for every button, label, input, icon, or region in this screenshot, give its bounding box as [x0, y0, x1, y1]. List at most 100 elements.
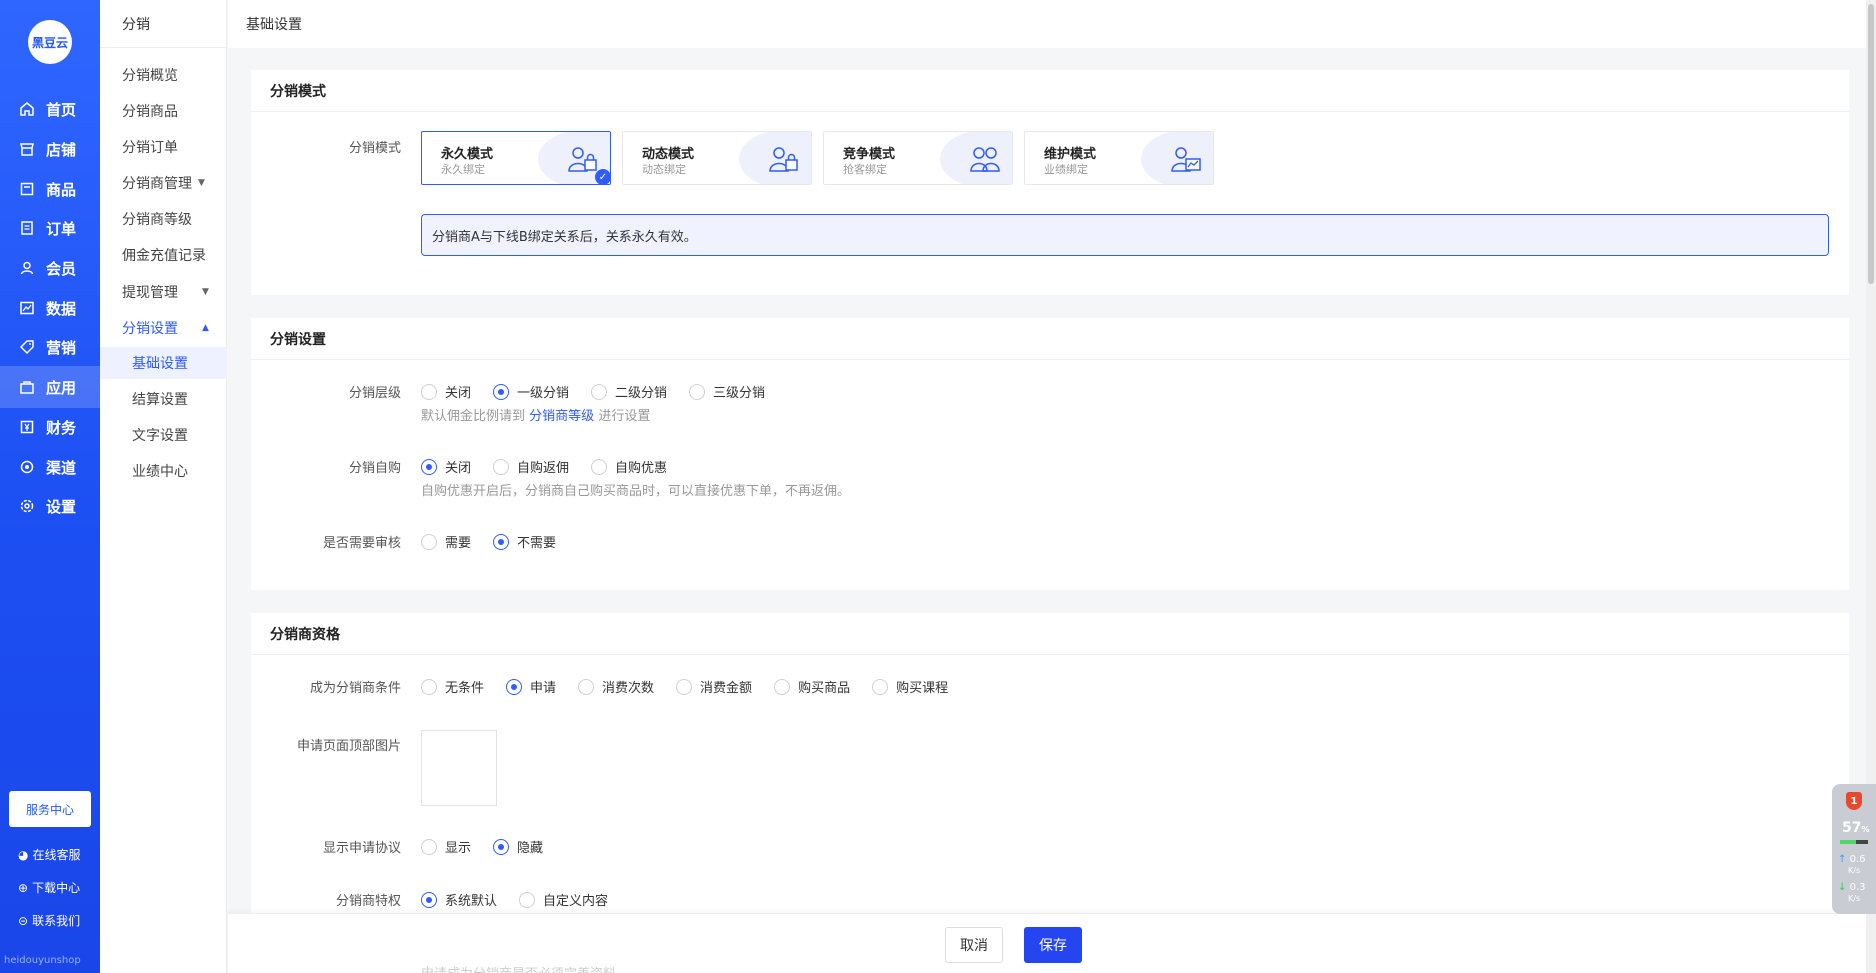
- privilege-radio-group: 系统默认 自定义内容: [421, 890, 608, 909]
- radio-label: 不需要: [517, 536, 557, 551]
- nav-item-channel[interactable]: 渠道: [0, 446, 100, 488]
- subnav-item-withdraw[interactable]: 提现管理 ▼: [122, 282, 209, 302]
- subnav-item-distributor-level[interactable]: 分销商等级: [122, 209, 192, 229]
- percent-unit: %: [1861, 825, 1870, 834]
- subnav-item-goods[interactable]: 分销商品: [122, 101, 178, 121]
- upload-speed: ↑ 0.6 K/s: [1838, 854, 1865, 876]
- radio-label: 消费次数: [602, 681, 655, 696]
- subnav-item-distributor-manage[interactable]: 分销商管理 ▼: [122, 173, 205, 193]
- nav-item-member[interactable]: 会员: [0, 247, 100, 289]
- subnav-child-basic-settings[interactable]: 基础设置: [100, 347, 227, 379]
- nav-item-label: 应用: [46, 378, 77, 397]
- radio-self-buy-off[interactable]: 关闭: [421, 457, 471, 476]
- distributor-level-link[interactable]: 分销商等级: [529, 409, 594, 424]
- image-upload-box[interactable]: [421, 730, 497, 806]
- radio-condition-buy-goods[interactable]: 购买商品: [774, 677, 850, 696]
- radio-condition-buy-course[interactable]: 购买课程: [872, 677, 948, 696]
- radio-dot: [774, 678, 791, 695]
- scrollbar-thumb[interactable]: [1868, 4, 1874, 284]
- mode-card-maintenance[interactable]: 维护模式 业绩绑定: [1024, 131, 1214, 185]
- nav-item-data[interactable]: 数据: [0, 287, 100, 329]
- radio-audit-required[interactable]: 需要: [421, 532, 471, 551]
- mode-description: 分销商A与下线B绑定关系后，关系永久有效。: [421, 214, 1829, 256]
- radio-dot: [493, 533, 510, 550]
- nav-item-goods[interactable]: 商品: [0, 168, 100, 210]
- download-icon: ⊕: [18, 880, 29, 895]
- radio-dot: [421, 458, 437, 475]
- nav-item-settings[interactable]: 设置: [0, 485, 100, 527]
- mode-card-subtitle: 动态绑定: [642, 163, 686, 176]
- subnav-item-overview[interactable]: 分销概览: [122, 65, 178, 85]
- nav-item-app[interactable]: 应用: [0, 366, 100, 408]
- online-service-link[interactable]: ◕ 在线客服: [18, 846, 81, 863]
- field-label: 是否需要审核: [322, 536, 401, 551]
- speed-unit: K/s: [1848, 866, 1861, 875]
- subnav-child-text-settings[interactable]: 文字设置: [100, 419, 227, 451]
- radio-label: 需要: [445, 536, 472, 551]
- panel-title: 分销商资格: [251, 613, 1849, 655]
- shield-icon: 1: [1846, 792, 1862, 810]
- mode-card-permanent[interactable]: 永久模式 永久绑定 ✓: [421, 131, 611, 185]
- nav-item-order[interactable]: 订单: [0, 207, 100, 249]
- chat-icon: ⊝: [18, 913, 29, 928]
- radio-condition-apply[interactable]: 申请: [506, 677, 556, 696]
- mode-panel: 分销模式 分销模式 永久模式 永久绑定 ✓ 动态模式 动态绑定 竞争模式 抢客绑…: [251, 70, 1849, 295]
- subnav-child-performance-center[interactable]: 业绩中心: [100, 455, 227, 487]
- mode-card-subtitle: 抢客绑定: [843, 163, 887, 176]
- radio-label: 隐藏: [517, 841, 544, 856]
- radio-privilege-default[interactable]: 系统默认: [421, 890, 497, 909]
- subnav-child-settlement-settings[interactable]: 结算设置: [100, 383, 227, 415]
- radio-self-buy-rebate[interactable]: 自购返佣: [493, 457, 569, 476]
- nav-item-home[interactable]: 首页: [0, 88, 100, 130]
- radio-dot: [421, 838, 437, 855]
- cancel-button[interactable]: 取消: [945, 927, 1003, 963]
- radio-condition-purchase-count[interactable]: 消费次数: [578, 677, 654, 696]
- footer-link-label: 下载中心: [32, 881, 81, 895]
- radio-self-buy-discount[interactable]: 自购优惠: [591, 457, 667, 476]
- avatar-icon: ◕: [18, 847, 29, 862]
- nav-item-label: 会员: [46, 259, 77, 278]
- tag-icon: [18, 338, 36, 356]
- settings-panel: 分销设置 分销层级 关闭 一级分销 二级分销 三级分销 默认佣金比例请到 分销商…: [251, 318, 1849, 590]
- radio-level-1[interactable]: 一级分销: [493, 382, 569, 401]
- download-speed-value: 0.3: [1849, 882, 1866, 893]
- contact-us-link[interactable]: ⊝ 联系我们: [18, 912, 80, 929]
- mode-card-subtitle: 永久绑定: [441, 163, 485, 176]
- mode-card-dynamic[interactable]: 动态模式 动态绑定: [622, 131, 812, 185]
- service-center-button[interactable]: 服务中心: [9, 791, 91, 827]
- privilege-field: 系统默认 自定义内容: [421, 890, 608, 909]
- radio-audit-not-required[interactable]: 不需要: [493, 532, 556, 551]
- level-field: 关闭 一级分销 二级分销 三级分销 默认佣金比例请到 分销商等级 进行设置: [421, 382, 765, 424]
- main-sidebar: 黑豆云 首页 店铺 商品 订单 会员 数据 营销 应用 财务 渠道 设置 服务中…: [0, 0, 100, 973]
- audit-field: 需要 不需要: [421, 532, 556, 551]
- mode-card-competition[interactable]: 竞争模式 抢客绑定: [823, 131, 1013, 185]
- radio-level-off[interactable]: 关闭: [421, 382, 471, 401]
- nav-item-finance[interactable]: 财务: [0, 406, 100, 448]
- radio-agreement-hide[interactable]: 隐藏: [493, 837, 543, 856]
- radio-condition-purchase-amount[interactable]: 消费金额: [676, 677, 752, 696]
- brand-logo[interactable]: 黑豆云: [28, 20, 72, 64]
- subnav-item-orders[interactable]: 分销订单: [122, 137, 178, 157]
- nav-item-marketing[interactable]: 营销: [0, 326, 100, 368]
- nav-item-label: 首页: [46, 100, 77, 119]
- subnav-item-label: 分销商管理: [122, 176, 192, 192]
- system-monitor-widget[interactable]: 1 57% ↑ 0.6 K/s ↓ 0.3 K/s: [1832, 784, 1876, 914]
- save-button[interactable]: 保存: [1024, 927, 1082, 963]
- download-center-link[interactable]: ⊕ 下载中心: [18, 879, 80, 896]
- radio-privilege-custom[interactable]: 自定义内容: [519, 890, 608, 909]
- radio-level-2[interactable]: 二级分销: [591, 382, 667, 401]
- subnav-item-commission-records[interactable]: 佣金充值记录: [122, 245, 206, 265]
- radio-label: 关闭: [445, 461, 472, 476]
- subnav-title: 分销: [100, 0, 226, 48]
- radio-label: 自购返佣: [517, 461, 570, 476]
- mode-card-title: 永久模式: [441, 147, 494, 162]
- user-lock-icon: [568, 147, 597, 172]
- nav-item-store[interactable]: 店铺: [0, 128, 100, 170]
- radio-agreement-show[interactable]: 显示: [421, 837, 471, 856]
- store-icon: [18, 140, 36, 158]
- radio-condition-none[interactable]: 无条件: [421, 677, 484, 696]
- radio-dot: [493, 458, 510, 475]
- radio-level-3[interactable]: 三级分销: [689, 382, 765, 401]
- caret-up-icon: ▲: [202, 323, 209, 333]
- subnav-item-distribution-settings[interactable]: 分销设置 ▲: [122, 318, 209, 338]
